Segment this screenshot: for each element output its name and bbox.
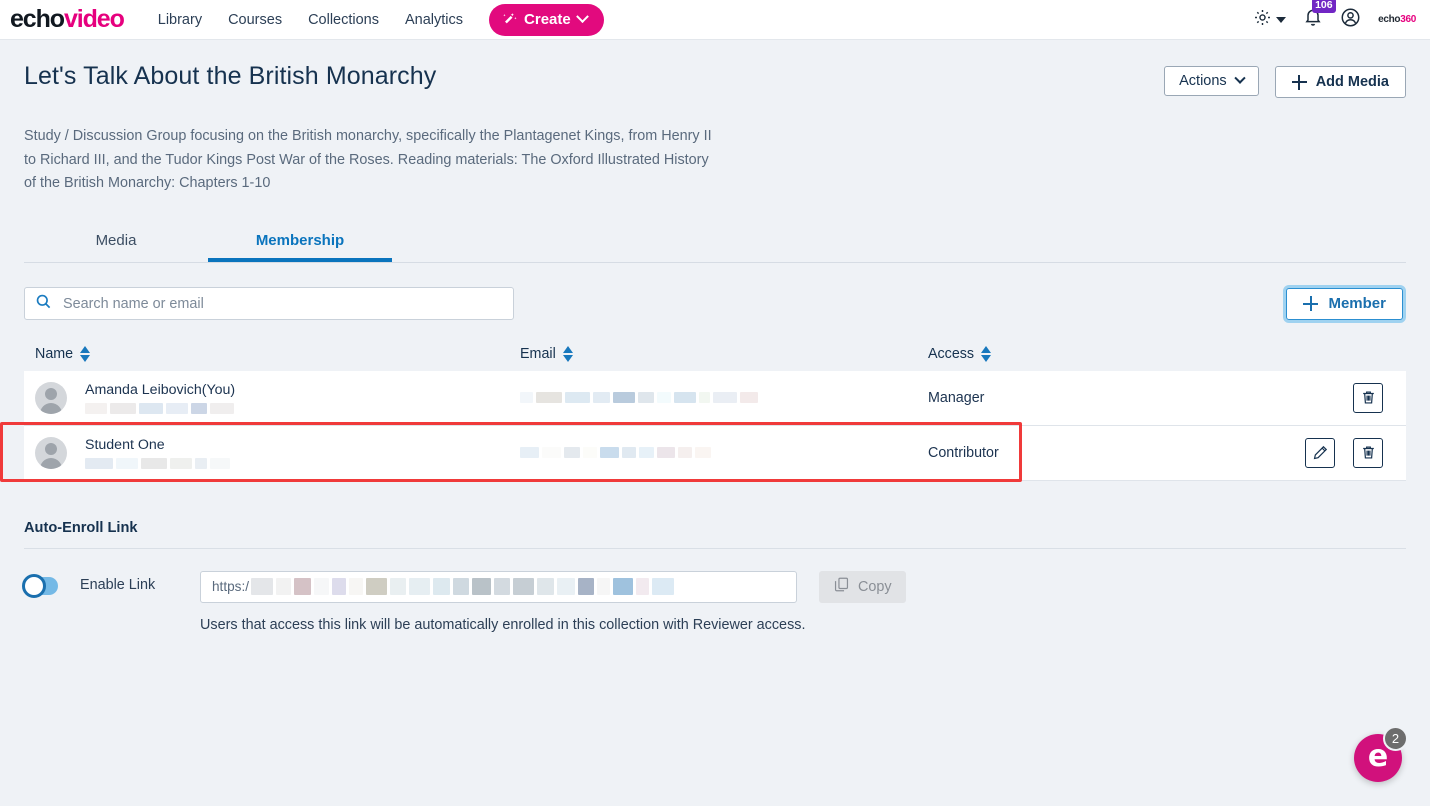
member-access: Contributor: [928, 444, 999, 461]
member-name: Student One: [85, 436, 165, 453]
column-header-email: Email: [520, 345, 928, 362]
member-email-cell: [520, 392, 928, 403]
actions-button[interactable]: Actions: [1164, 66, 1259, 96]
auto-enroll-row: Enable Link https:/ Copy Users that acce…: [22, 570, 1406, 633]
delete-member-button[interactable]: [1353, 437, 1383, 468]
caret-down-icon: [1276, 16, 1287, 23]
echo360-brand-b: 360: [1400, 14, 1416, 25]
member-subtext-redacted: [85, 402, 235, 414]
auto-enroll-section-title: Auto-Enroll Link: [24, 519, 138, 536]
sort-access-button[interactable]: [981, 345, 992, 362]
add-media-button[interactable]: Add Media: [1274, 66, 1406, 98]
member-email-cell: [520, 447, 928, 458]
delete-member-button[interactable]: [1353, 382, 1383, 413]
tab-membership[interactable]: Membership: [208, 222, 392, 262]
tab-bar: Media Membership: [24, 222, 1406, 263]
copy-button-label: Copy: [858, 578, 892, 595]
copy-icon: [833, 576, 850, 597]
add-media-button-label: Add Media: [1315, 74, 1389, 90]
user-account-button[interactable]: [1340, 7, 1361, 33]
logo-video-text: video: [63, 5, 125, 33]
create-button-label: Create: [524, 11, 571, 28]
avatar: [35, 436, 67, 469]
chevron-down-icon: [575, 10, 589, 24]
add-member-button[interactable]: Member: [1286, 287, 1403, 320]
section-divider: [24, 547, 1406, 549]
gear-icon: [1253, 8, 1272, 32]
row-actions: [1305, 437, 1395, 468]
plus-icon: [1303, 296, 1319, 311]
page-content: Let's Talk About the British Monarchy Ac…: [0, 40, 1430, 633]
echovideo-logo[interactable]: echovideo: [10, 5, 125, 33]
link-redacted: [251, 578, 675, 595]
search-icon: [35, 293, 52, 315]
nav-item-courses[interactable]: Courses: [228, 12, 282, 28]
member-subtext-redacted: [85, 457, 230, 469]
primary-nav-links: Library Courses Collections Analytics: [158, 12, 463, 28]
notifications-button[interactable]: 106: [1303, 0, 1336, 32]
table-row[interactable]: Student One Contributor: [0, 421, 1406, 482]
enable-link-label: Enable Link: [80, 576, 156, 593]
magic-wand-icon: [502, 12, 517, 27]
sort-name-button[interactable]: [80, 345, 91, 362]
tab-media[interactable]: Media: [24, 222, 208, 262]
chat-widget-button[interactable]: e 2: [1354, 726, 1408, 782]
row-actions: [1353, 382, 1395, 413]
actions-button-label: Actions: [1179, 73, 1227, 89]
logo-echo-text: echo: [10, 5, 65, 33]
edit-member-button[interactable]: [1305, 437, 1335, 468]
collection-description: Study / Discussion Group focusing on the…: [24, 128, 712, 191]
column-header-name-label: Name: [35, 345, 74, 362]
avatar: [35, 381, 67, 414]
page-header-buttons: Actions Add Media: [1164, 62, 1406, 98]
enable-link-toggle[interactable]: [22, 573, 58, 598]
membership-toolbar: Member: [24, 284, 1406, 323]
auto-enroll-link-input[interactable]: https:/: [200, 570, 797, 603]
chat-unread-badge: 2: [1383, 726, 1408, 751]
member-access: Manager: [928, 389, 985, 406]
add-member-button-label: Member: [1328, 295, 1386, 312]
notification-count-badge: 106: [1312, 0, 1336, 13]
plus-icon: [1291, 74, 1307, 90]
nav-item-library[interactable]: Library: [158, 12, 202, 28]
toggle-knob: [22, 573, 46, 598]
page-header-row: Let's Talk About the British Monarchy Ac…: [24, 40, 1406, 98]
copy-link-button[interactable]: Copy: [819, 570, 906, 603]
echo360-brand-mark: echo360: [1378, 14, 1416, 25]
member-name: Amanda Leibovich(You): [85, 381, 236, 398]
user-avatar-icon: [1340, 7, 1361, 33]
auto-enroll-hint: Users that access this link will be auto…: [200, 616, 806, 633]
column-header-access-label: Access: [928, 345, 975, 362]
member-name-cell: Amanda Leibovich(You): [35, 381, 520, 414]
member-email-redacted: [520, 392, 758, 403]
page-title: Let's Talk About the British Monarchy: [24, 62, 437, 90]
add-member-focus-ring: Member: [1283, 284, 1406, 323]
create-button[interactable]: Create: [489, 3, 604, 36]
chevron-down-icon: [1234, 72, 1246, 84]
top-right-controls: 106 echo360: [1253, 0, 1416, 33]
nav-item-analytics[interactable]: Analytics: [405, 12, 463, 28]
table-header-row: Name Email Access: [24, 337, 1406, 371]
nav-item-collections[interactable]: Collections: [308, 12, 379, 28]
settings-menu-button[interactable]: [1253, 8, 1287, 32]
column-header-name: Name: [35, 345, 520, 362]
search-input[interactable]: [61, 294, 503, 313]
member-name-cell: Student One: [35, 436, 520, 469]
link-protocol-text: https:/: [212, 579, 250, 594]
top-navigation-bar: echovideo Library Courses Collections An…: [0, 0, 1430, 40]
search-box[interactable]: [24, 287, 514, 320]
column-header-email-label: Email: [520, 345, 556, 362]
member-email-redacted: [520, 447, 711, 458]
auto-enroll-link-column: https:/ Copy Users that access this link…: [200, 570, 906, 633]
sort-email-button[interactable]: [562, 345, 573, 362]
column-header-access: Access: [928, 345, 1395, 362]
auto-enroll-link-row: https:/ Copy: [200, 570, 906, 603]
table-row[interactable]: Amanda Leibovich(You) Manager: [24, 370, 1406, 426]
echo360-brand-a: echo: [1378, 14, 1401, 25]
